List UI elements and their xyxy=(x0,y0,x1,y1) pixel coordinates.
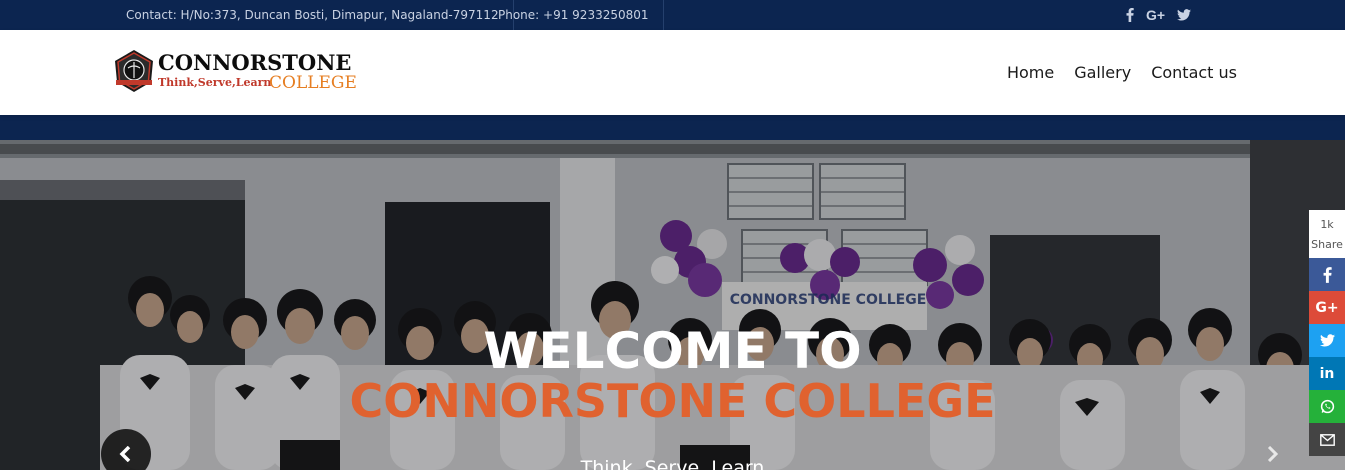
contact-phone: Phone: +91 9233250801 xyxy=(484,0,664,30)
twitter-icon xyxy=(1319,334,1335,347)
nav-gallery[interactable]: Gallery xyxy=(1074,63,1131,82)
share-linkedin-button[interactable]: in xyxy=(1309,357,1345,390)
chevron-right-icon xyxy=(1267,446,1279,462)
contact-address: Contact: H/No:373, Duncan Bosti, Dimapur… xyxy=(126,0,514,30)
header-band xyxy=(0,115,1345,140)
logo-name: CONNORSTONE xyxy=(158,50,352,75)
share-count: 1k xyxy=(1320,218,1334,231)
nav-home[interactable]: Home xyxy=(1007,63,1054,82)
hero-motto: Think, Serve, Learn xyxy=(580,457,765,470)
share-google-plus-button[interactable]: G+ xyxy=(1309,291,1345,324)
top-bar: Contact: H/No:373, Duncan Bosti, Dimapur… xyxy=(0,0,1345,30)
share-whatsapp-button[interactable] xyxy=(1309,390,1345,423)
facebook-icon[interactable] xyxy=(1126,0,1134,30)
share-widget: 1k Share G+ in xyxy=(1309,210,1345,456)
hero-banner-text: CONNORSTONE COLLEGE xyxy=(729,292,927,308)
share-count-box: 1k Share xyxy=(1309,210,1345,258)
college-logo[interactable]: CONNORSTONE Think,Serve,Learn COLLEGE xyxy=(112,49,362,97)
college-crest-icon xyxy=(115,50,153,92)
share-twitter-button[interactable] xyxy=(1309,324,1345,357)
envelope-icon xyxy=(1319,433,1335,446)
whatsapp-icon xyxy=(1320,399,1334,414)
logo-tagline: Think,Serve,Learn xyxy=(158,76,272,89)
google-plus-icon: G+ xyxy=(1315,299,1339,316)
share-label: Share xyxy=(1311,238,1343,251)
logo-college: COLLEGE xyxy=(269,73,357,93)
share-email-button[interactable] xyxy=(1309,423,1345,456)
google-plus-icon[interactable]: G+ xyxy=(1146,0,1165,30)
hero-welcome: WELCOME TO xyxy=(483,322,862,380)
twitter-icon[interactable] xyxy=(1177,0,1192,30)
nav-contact-us[interactable]: Contact us xyxy=(1151,63,1237,82)
facebook-icon xyxy=(1323,266,1332,283)
chevron-left-icon xyxy=(119,446,131,462)
share-facebook-button[interactable] xyxy=(1309,258,1345,291)
social-links: G+ xyxy=(1126,0,1192,30)
main-nav: Home Gallery Contact us xyxy=(1007,30,1237,115)
linkedin-icon: in xyxy=(1319,365,1335,382)
site-header: CONNORSTONE Think,Serve,Learn COLLEGE Ho… xyxy=(0,30,1345,115)
hero-title: CONNORSTONE COLLEGE xyxy=(349,374,996,428)
